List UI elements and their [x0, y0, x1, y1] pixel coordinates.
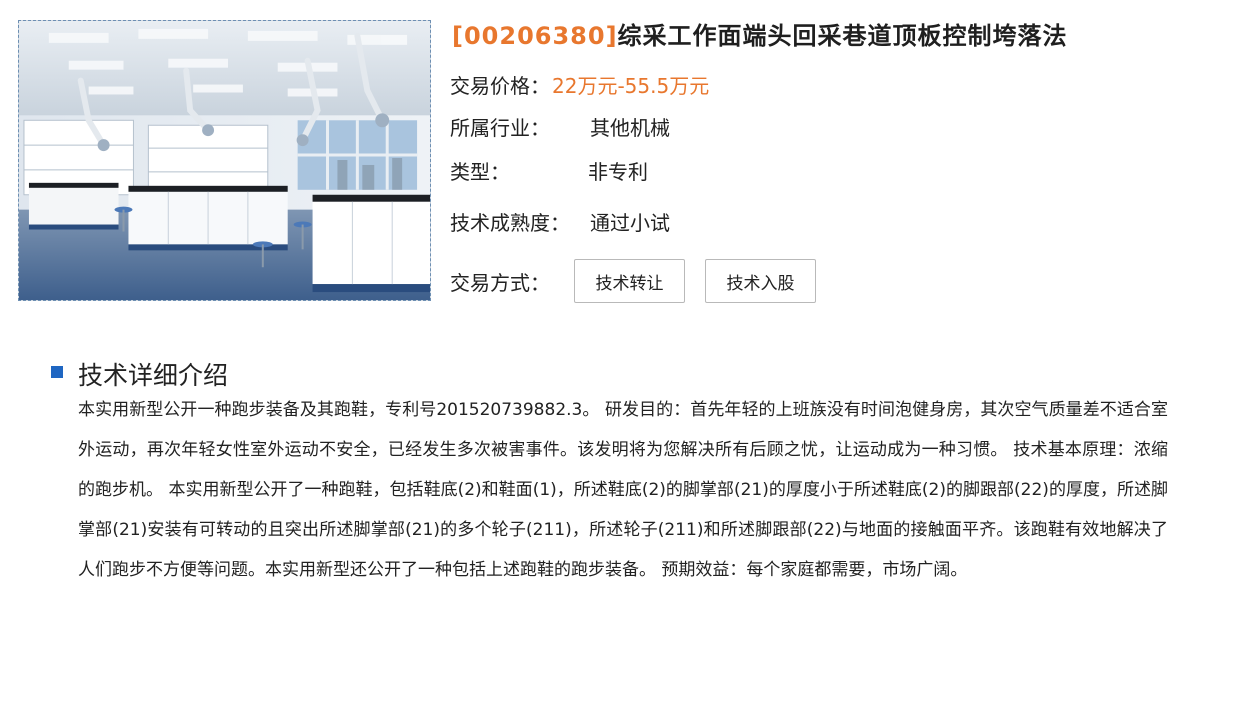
- price-row: 交易价格： 22万元-55.5万元: [450, 70, 709, 99]
- product-title: [00206380]综采工作面端头回采巷道顶板控制垮落法: [452, 16, 1068, 51]
- price-label: 交易价格：: [450, 74, 550, 98]
- industry-value: 其他机械: [590, 116, 670, 140]
- laboratory-illustration: [19, 21, 430, 300]
- maturity-row: 技术成熟度： 通过小试: [450, 207, 670, 236]
- section-title: 技术详细介绍: [78, 361, 229, 390]
- product-name: 综采工作面端头回采巷道顶板控制垮落法: [617, 22, 1068, 50]
- maturity-value: 通过小试: [590, 211, 670, 235]
- maturity-label: 技术成熟度：: [450, 211, 570, 235]
- industry-row: 所属行业： 其他机械: [450, 112, 670, 141]
- type-label: 类型：: [450, 160, 510, 184]
- laboratory-photo[interactable]: [18, 20, 431, 301]
- trade-mode-label: 交易方式：: [450, 271, 550, 295]
- trade-option-transfer-button[interactable]: 技术转让: [574, 259, 685, 303]
- section-marker: [51, 366, 63, 378]
- detail-description: 本实用新型公开一种跑步装备及其跑鞋，专利号201520739882.3。 研发目…: [78, 400, 1168, 580]
- industry-label: 所属行业：: [450, 116, 550, 140]
- price-value: 22万元-55.5万元: [552, 74, 710, 98]
- trade-mode-row: 交易方式：: [450, 267, 550, 296]
- trade-option-equity-button[interactable]: 技术入股: [705, 259, 816, 303]
- tech-listing-page: [00206380]综采工作面端头回采巷道顶板控制垮落法 交易价格： 22万元-5…: [0, 0, 1240, 712]
- type-row: 类型： 非专利: [450, 156, 648, 185]
- type-value: 非专利: [588, 160, 648, 184]
- product-code: [00206380]: [452, 22, 618, 50]
